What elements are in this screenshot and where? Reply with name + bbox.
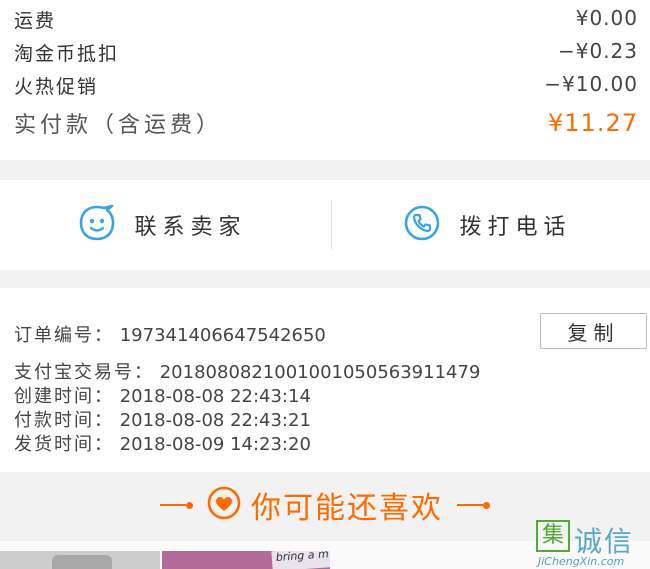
product-card[interactable] bbox=[0, 551, 160, 569]
contact-bar: 联系卖家 拨打电话 bbox=[0, 180, 650, 270]
heart-icon bbox=[207, 486, 241, 524]
shipped-time-label: 发货时间： bbox=[14, 434, 114, 455]
order-info: 订单编号： 197341406647542650 复制 支付宝交易号： 2018… bbox=[0, 288, 650, 472]
paid-time-label: 付款时间： bbox=[14, 410, 114, 431]
left-dot-decoration bbox=[186, 501, 193, 509]
watermark-logo: 集 bbox=[536, 520, 570, 552]
price-summary: 运费 ¥0.00 淘金币抵扣 −¥0.23 火热促销 −¥10.00 实付款（含… bbox=[0, 0, 650, 160]
product-card[interactable]: bring a m bbox=[162, 551, 330, 569]
total-value: ¥11.27 bbox=[548, 109, 638, 137]
left-line-decoration bbox=[160, 504, 186, 506]
alipay-number-value: 2018080821001001050563911479 bbox=[159, 362, 481, 383]
recommend-title: 你可能还喜欢 bbox=[251, 491, 443, 526]
order-number-label: 订单编号： bbox=[14, 325, 114, 346]
created-time-label: 创建时间： bbox=[14, 386, 114, 407]
shipped-time-row: 发货时间： 2018-08-09 14:23:20 bbox=[14, 430, 311, 456]
contact-seller-label: 联系卖家 bbox=[134, 215, 247, 240]
shipping-fee-label: 运费 bbox=[14, 10, 57, 32]
alipay-number-row: 支付宝交易号： 2018080821001001050563911479 bbox=[14, 358, 480, 384]
chat-bubble-icon bbox=[78, 204, 116, 246]
coin-deduction-value: −¥0.23 bbox=[557, 39, 638, 63]
order-number-value: 197341406647542650 bbox=[119, 325, 326, 346]
watermark-brand: 诚信 bbox=[574, 525, 635, 558]
watermark-url: JiChengXin.com bbox=[538, 555, 625, 568]
right-line-decoration bbox=[457, 504, 483, 506]
promotion-value: −¥10.00 bbox=[544, 72, 638, 96]
alipay-number-label: 支付宝交易号： bbox=[14, 362, 154, 383]
right-dot-decoration bbox=[483, 501, 490, 509]
created-time-value: 2018-08-08 22:43:14 bbox=[119, 386, 311, 407]
call-phone-button[interactable]: 拨打电话 bbox=[325, 180, 650, 270]
order-number-row: 订单编号： 197341406647542650 bbox=[14, 321, 326, 347]
coin-deduction-label: 淘金币抵扣 bbox=[14, 43, 120, 65]
shipping-fee-value: ¥0.00 bbox=[575, 6, 638, 30]
watermark: 集 诚信 JiChengXin.com bbox=[534, 518, 650, 569]
phone-icon bbox=[403, 204, 441, 246]
copy-button[interactable]: 复制 bbox=[540, 313, 647, 349]
promotion-label: 火热促销 bbox=[14, 76, 99, 98]
created-time-row: 创建时间： 2018-08-08 22:43:14 bbox=[14, 382, 311, 408]
call-phone-label: 拨打电话 bbox=[459, 215, 572, 240]
paid-time-value: 2018-08-08 22:43:21 bbox=[119, 410, 311, 431]
product-poster-text: bring a m bbox=[271, 551, 330, 569]
product-image bbox=[52, 555, 112, 569]
paid-time-row: 付款时间： 2018-08-08 22:43:21 bbox=[14, 406, 311, 432]
shipped-time-value: 2018-08-09 14:23:20 bbox=[119, 434, 311, 455]
total-label: 实付款（含运费） bbox=[14, 113, 223, 138]
contact-seller-button[interactable]: 联系卖家 bbox=[0, 180, 325, 270]
